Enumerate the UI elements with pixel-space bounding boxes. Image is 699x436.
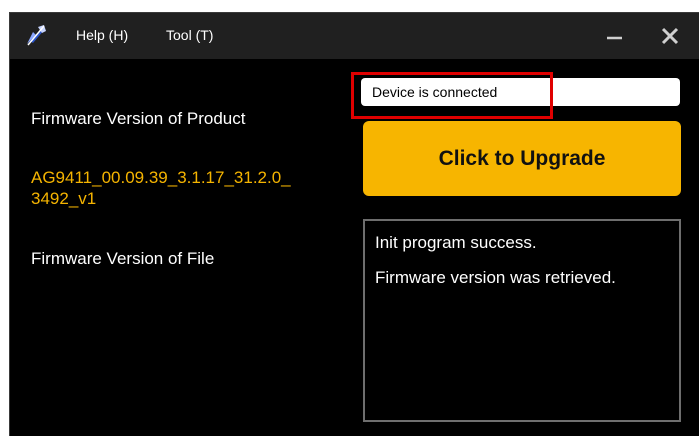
minimize-icon — [607, 36, 622, 40]
menu-tool[interactable]: Tool (T) — [166, 27, 213, 43]
menu-help[interactable]: Help (H) — [76, 27, 128, 43]
file-version-label: Firmware Version of File — [31, 249, 215, 268]
log-panel: Init program success. Firmware version w… — [363, 219, 681, 422]
close-icon — [661, 27, 679, 45]
firmware-upgrade-window: Help (H) Tool (T) Firmware Version of Pr… — [9, 12, 699, 436]
close-button[interactable] — [656, 23, 684, 49]
product-version-value: AG9411_00.09.39_3.1.17_31.2.0_ 3492_v1 — [31, 168, 291, 208]
title-bar: Help (H) Tool (T) — [10, 13, 699, 59]
log-line: Init program success. — [375, 233, 537, 252]
upgrade-button[interactable]: Click to Upgrade — [363, 121, 681, 196]
minimize-button[interactable] — [601, 23, 629, 49]
log-line: Firmware version was retrieved. — [375, 268, 616, 287]
app-logo-icon — [24, 23, 48, 47]
status-highlight-annotation — [351, 72, 553, 119]
product-version-label: Firmware Version of Product — [31, 109, 246, 128]
